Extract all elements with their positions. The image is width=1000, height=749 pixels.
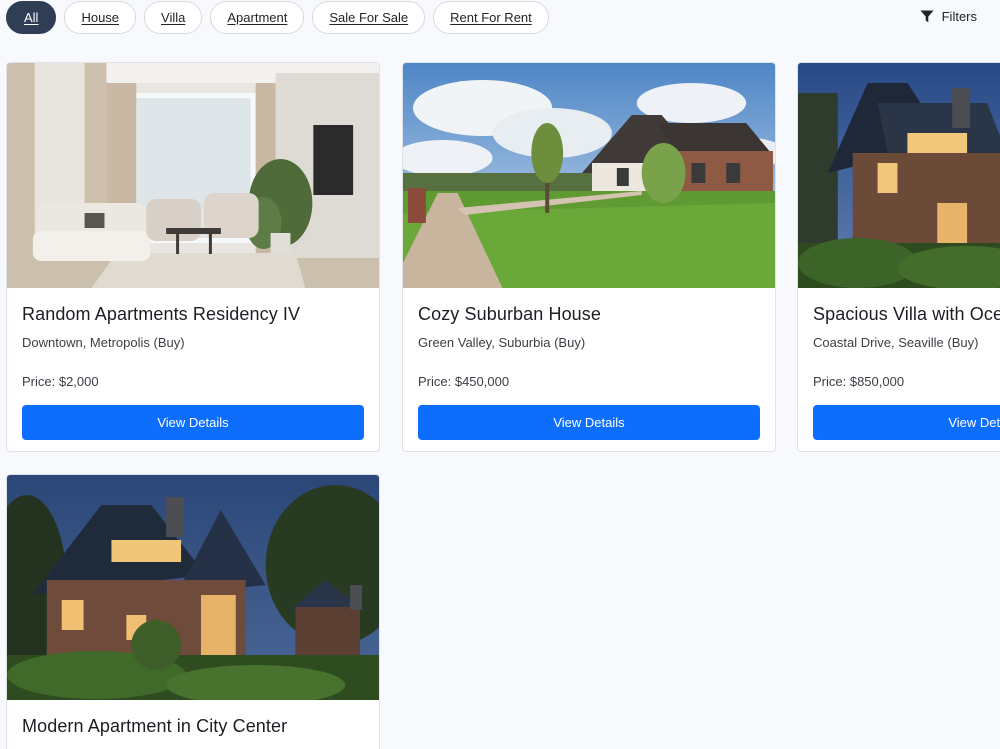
filter-pill-rent[interactable]: Rent For Rent [433, 1, 549, 34]
listing-card-body: Random Apartments Residency IV Downtown,… [7, 288, 379, 451]
listing-card: Random Apartments Residency IV Downtown,… [6, 62, 380, 452]
listing-location: Coastal Drive, Seaville (Buy) [813, 335, 979, 350]
listing-card-body: Spacious Villa with Ocean View Coastal D… [798, 288, 1000, 451]
filters-button-label: Filters [941, 9, 977, 24]
category-filter-bar: All House Villa Apartment Sale For Sale … [6, 0, 549, 35]
view-details-button[interactable]: View Details [22, 405, 364, 440]
listing-price: Price: $2,000 [22, 374, 99, 389]
listing-location: Green Valley, Suburbia (Buy) [418, 335, 586, 350]
listing-title: Random Apartments Residency IV [22, 304, 301, 324]
listing-card: Modern Apartment in City Center [6, 474, 380, 749]
listings-page: All House Villa Apartment Sale For Sale … [0, 0, 1000, 749]
listing-photo[interactable] [403, 63, 775, 288]
listing-card: Cozy Suburban House Green Valley, Suburb… [402, 62, 776, 452]
listing-price: Price: $450,000 [418, 374, 510, 389]
listing-photo[interactable] [798, 63, 1000, 288]
listing-card-body: Modern Apartment in City Center [7, 700, 379, 749]
filter-pill-apartment[interactable]: Apartment [210, 1, 305, 34]
listing-title: Cozy Suburban House [418, 304, 602, 324]
listing-card: Spacious Villa with Ocean View Coastal D… [797, 62, 1000, 452]
funnel-icon [920, 10, 934, 23]
view-details-button[interactable]: View Details [418, 405, 760, 440]
listing-photo[interactable] [7, 475, 379, 700]
filter-pill-house[interactable]: House [64, 1, 137, 34]
filter-pill-all[interactable]: All [6, 1, 57, 34]
view-details-button[interactable]: View Details [813, 405, 1000, 440]
filters-button[interactable]: Filters [920, 9, 977, 24]
listing-title: Modern Apartment in City Center [22, 716, 288, 736]
listing-card-body: Cozy Suburban House Green Valley, Suburb… [403, 288, 775, 451]
filter-pill-sale[interactable]: Sale For Sale [312, 1, 426, 34]
filter-pill-villa[interactable]: Villa [144, 1, 203, 34]
listing-location: Downtown, Metropolis (Buy) [22, 335, 185, 350]
listing-price: Price: $850,000 [813, 374, 905, 389]
listing-title: Spacious Villa with Ocean View [813, 304, 1000, 324]
listing-photo[interactable] [7, 63, 379, 288]
